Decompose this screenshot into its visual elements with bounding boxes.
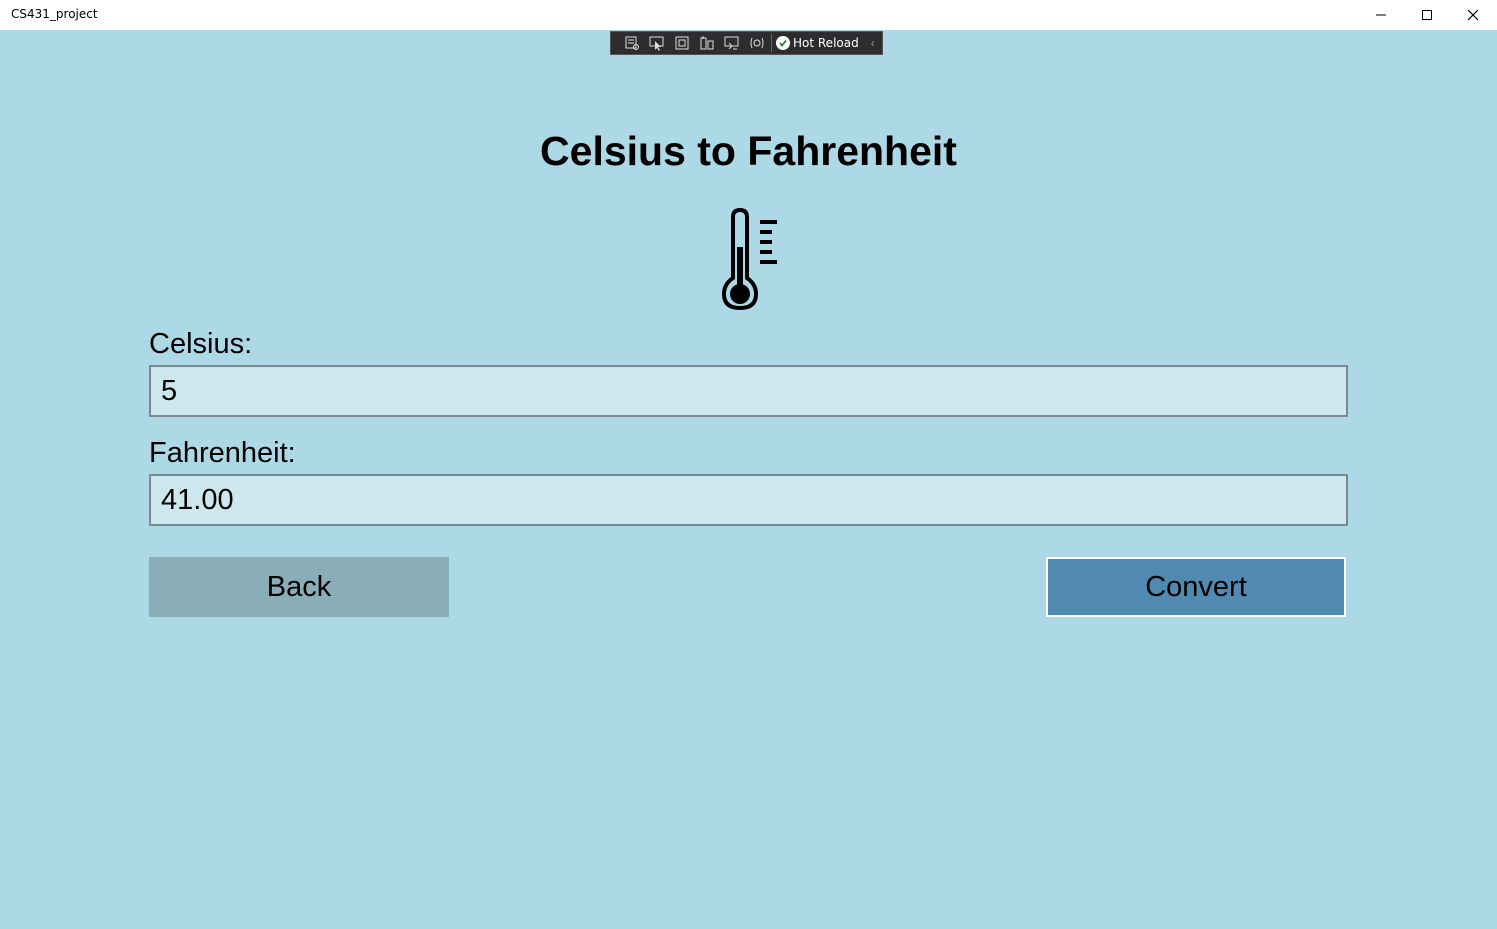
- select-element-icon: [649, 36, 663, 51]
- live-visual-tree-button[interactable]: [619, 32, 644, 54]
- close-button[interactable]: [1450, 0, 1496, 30]
- window-title: CS431_project: [11, 7, 98, 21]
- binding-failures-icon: [724, 36, 738, 50]
- maximize-icon: [1422, 10, 1432, 20]
- celsius-label: Celsius:: [149, 328, 253, 360]
- app-window: CS431_project Hot Reload ‹ Celsius to Fa…: [0, 0, 1497, 929]
- back-button[interactable]: Back: [149, 557, 449, 617]
- accessibility-icon: [750, 37, 763, 49]
- convert-button[interactable]: Convert: [1046, 557, 1346, 617]
- collapse-toolbar-icon[interactable]: ‹: [871, 36, 875, 50]
- celsius-input[interactable]: 5: [149, 365, 1348, 417]
- track-focus-icon: [700, 36, 713, 50]
- display-layout-adorners-icon: [675, 36, 688, 50]
- live-visual-tree-icon: [625, 36, 639, 50]
- hot-reload-label: Hot Reload: [793, 36, 859, 50]
- binding-failures-button[interactable]: [719, 32, 744, 54]
- xaml-debug-toolbar: Hot Reload ‹: [610, 31, 883, 55]
- minimize-button[interactable]: [1358, 0, 1404, 30]
- title-bar: CS431_project: [0, 0, 1497, 30]
- toolbar-separator: [771, 34, 772, 52]
- maximize-button[interactable]: [1404, 0, 1450, 30]
- check-icon: [776, 36, 790, 50]
- thermometer-icon: [721, 207, 777, 311]
- fahrenheit-output[interactable]: 41.00: [149, 474, 1348, 526]
- display-layout-adorners-button[interactable]: [669, 32, 694, 54]
- accessibility-button[interactable]: [744, 32, 769, 54]
- hot-reload-status[interactable]: Hot Reload: [776, 36, 859, 50]
- select-element-button[interactable]: [644, 32, 669, 54]
- fahrenheit-label: Fahrenheit:: [149, 437, 296, 469]
- minimize-icon: [1376, 14, 1386, 16]
- close-icon: [1467, 9, 1479, 21]
- page-title: Celsius to Fahrenheit: [540, 128, 957, 174]
- track-focus-button[interactable]: [694, 32, 719, 54]
